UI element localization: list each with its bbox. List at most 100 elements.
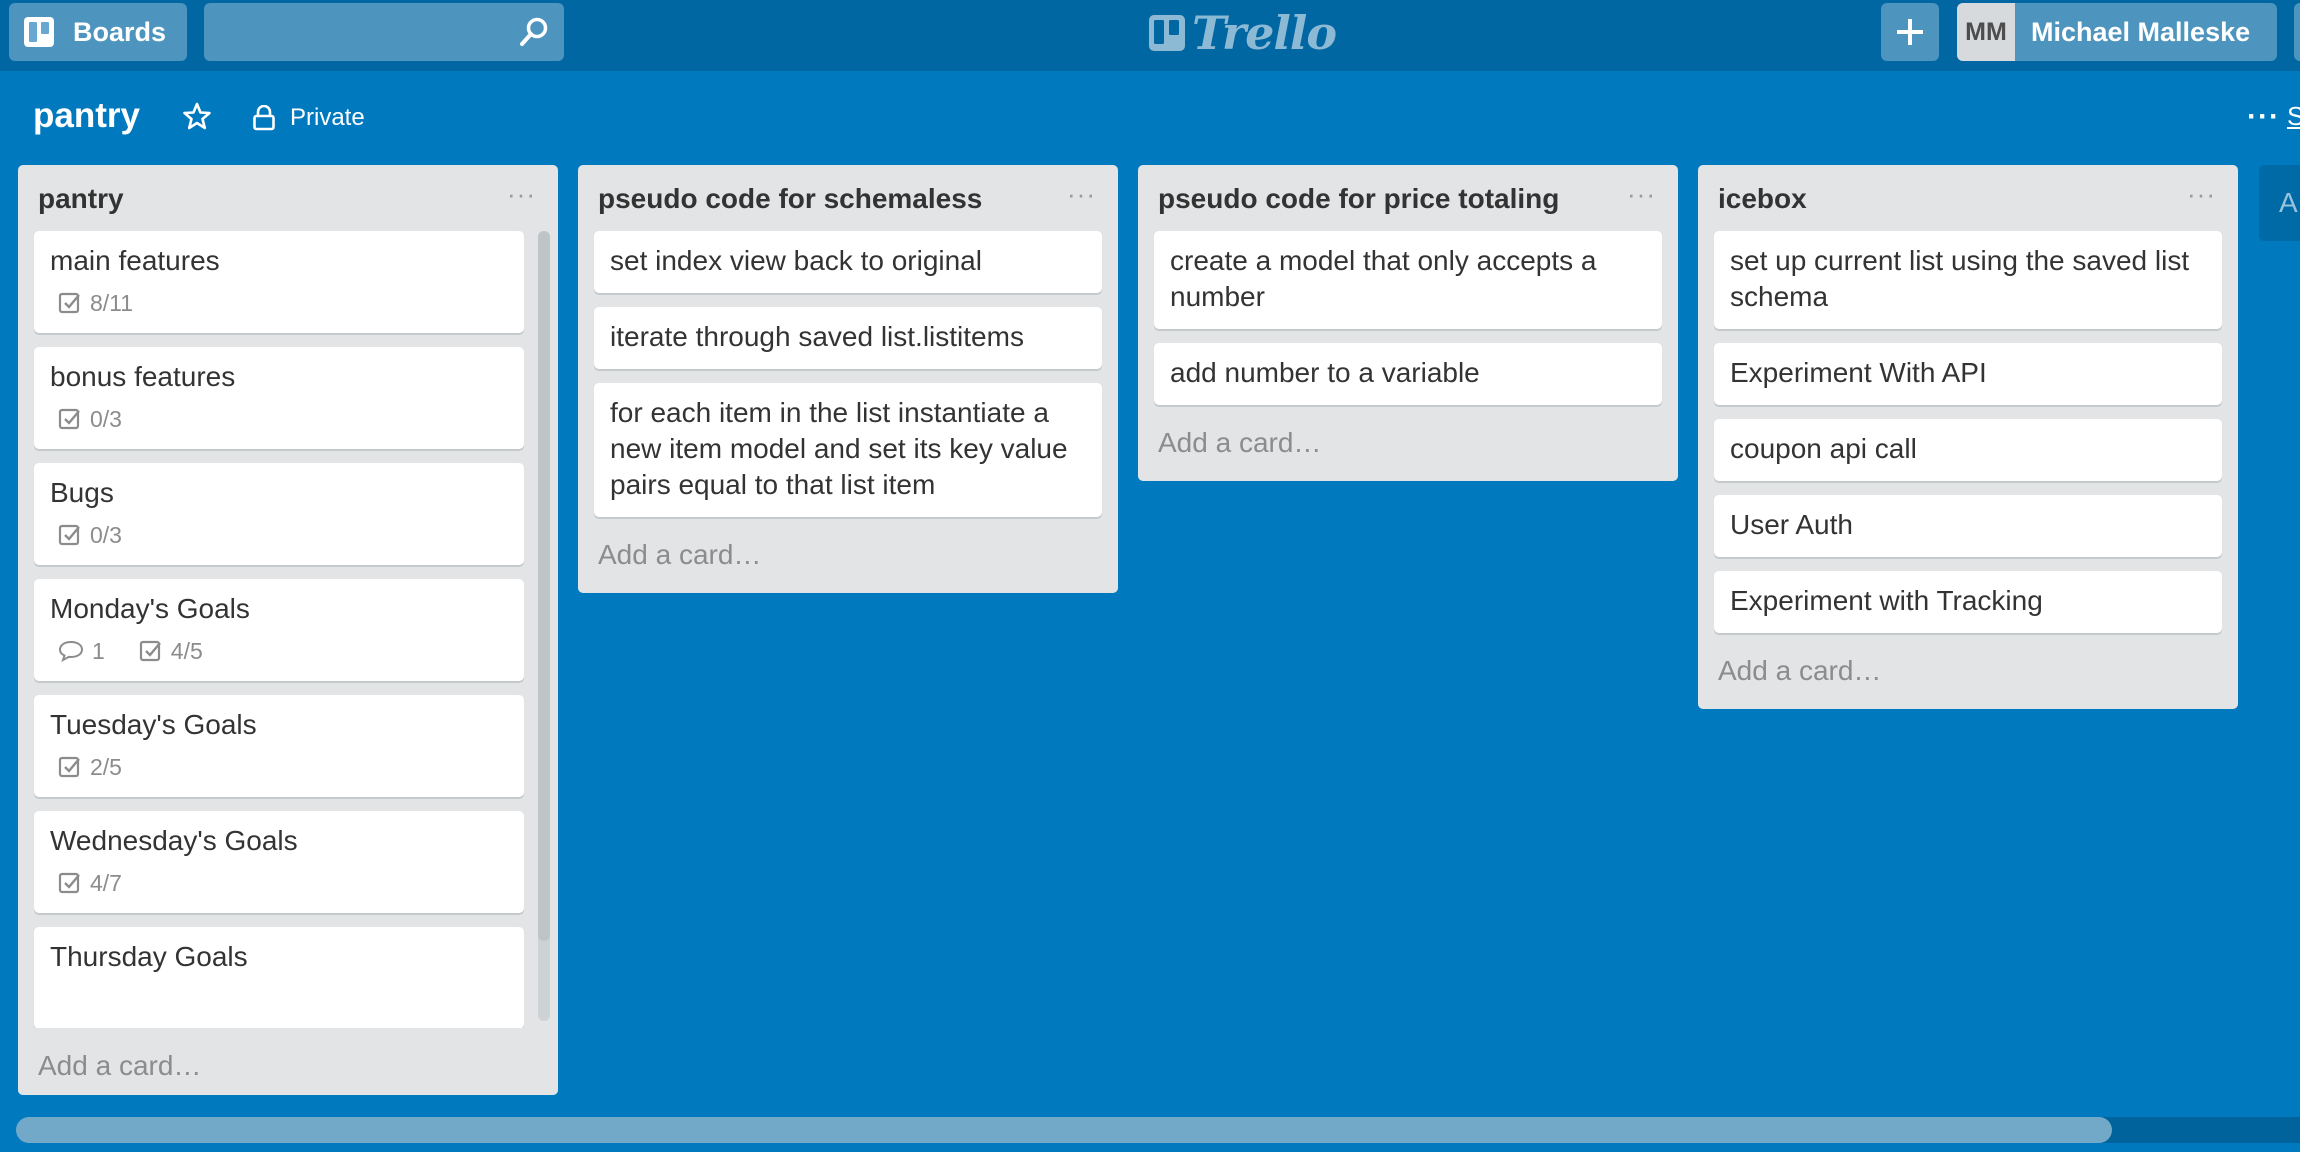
card-title: set up current list using the saved list…: [1730, 245, 2190, 312]
visibility-button[interactable]: Private: [252, 101, 365, 135]
card-title: main features: [50, 245, 220, 276]
card[interactable]: set index view back to original: [594, 231, 1102, 293]
card-badges: 2/5: [50, 751, 508, 783]
card[interactable]: Bugs 0/3: [34, 463, 524, 565]
card[interactable]: Wednesday's Goals 4/7: [34, 811, 524, 913]
checklist-icon: [58, 407, 82, 431]
board-title[interactable]: pantry: [33, 96, 140, 136]
card-list: main features 8/11 bonus features 0/3 Bu…: [18, 231, 558, 1028]
checklist-badge: 0/3: [50, 522, 122, 549]
card-title: User Auth: [1730, 509, 1853, 540]
card[interactable]: bonus features 0/3: [34, 347, 524, 449]
comment-count: 1: [92, 637, 105, 664]
card[interactable]: create a model that only accepts a numbe…: [1154, 231, 1662, 329]
list-title[interactable]: pseudo code for schemaless: [598, 183, 982, 215]
card-list: set up current list using the saved list…: [1698, 231, 2238, 633]
checklist-count: 0/3: [90, 405, 122, 432]
card[interactable]: User Auth: [1714, 495, 2222, 557]
visibility-label: Private: [290, 104, 365, 131]
card-badges: [50, 983, 508, 1015]
card[interactable]: iterate through saved list.listitems: [594, 307, 1102, 369]
card[interactable]: Monday's Goals 1 4/5: [34, 579, 524, 681]
trello-logo-text: Trello: [1192, 6, 1337, 60]
card-title: Monday's Goals: [50, 593, 250, 624]
card-title: add number to a variable: [1170, 357, 1480, 388]
checklist-count: 4/7: [90, 869, 122, 896]
list-header: pseudo code for schemaless ···: [578, 165, 1118, 231]
boards-button[interactable]: Boards: [9, 3, 187, 61]
card[interactable]: coupon api call: [1714, 419, 2222, 481]
card[interactable]: add number to a variable: [1154, 343, 1662, 405]
list-menu-icon[interactable]: ···: [2187, 179, 2216, 210]
card-title: coupon api call: [1730, 433, 1917, 464]
list-pantry: pantry ··· main features 8/11 bonus feat…: [18, 165, 558, 1095]
avatar: MM: [1957, 3, 2015, 61]
list-title[interactable]: pseudo code for price totaling: [1158, 183, 1559, 215]
list-menu-icon[interactable]: ···: [507, 179, 536, 210]
checklist-badge: 4/7: [50, 870, 122, 897]
list-scrollbar-thumb[interactable]: [538, 231, 550, 941]
board-menu-more-icon[interactable]: ···: [2247, 100, 2280, 134]
board-scrollbar-thumb[interactable]: [16, 1117, 2112, 1143]
list-pseudo-code-price-totaling: pseudo code for price totaling ··· creat…: [1138, 165, 1678, 481]
trello-logo[interactable]: Trello: [1148, 6, 1337, 60]
card[interactable]: Tuesday's Goals 2/5: [34, 695, 524, 797]
card-title: Wednesday's Goals: [50, 825, 298, 856]
boards-label: Boards: [73, 16, 167, 47]
add-list-label: A: [2279, 187, 2298, 218]
member-menu-button[interactable]: MM Michael Malleske: [1957, 3, 2277, 61]
checklist-count: 0/3: [90, 521, 122, 548]
notifications-button[interactable]: [2294, 3, 2300, 61]
add-card-button[interactable]: Add a card…: [18, 1028, 558, 1104]
add-card-button[interactable]: Add a card…: [1698, 647, 2238, 709]
card-badges: 8/11: [50, 287, 508, 319]
card-badges: 0/3: [50, 403, 508, 435]
search-icon[interactable]: [518, 16, 550, 53]
checklist-count: 4/5: [170, 637, 203, 664]
list-menu-icon[interactable]: ···: [1627, 179, 1656, 210]
list-pseudo-code-schemaless: pseudo code for schemaless ··· set index…: [578, 165, 1118, 593]
card[interactable]: main features 8/11: [34, 231, 524, 333]
trello-logo-icon: [1148, 14, 1186, 52]
star-icon[interactable]: [183, 102, 211, 135]
checklist-icon: [58, 755, 82, 779]
list-scrollbar[interactable]: [538, 231, 550, 1021]
comment-badge: 1: [50, 638, 105, 665]
boards-icon: [23, 16, 55, 48]
checklist-badge: 2/5: [50, 754, 122, 781]
card-title: Experiment with Tracking: [1730, 585, 2043, 616]
search-input[interactable]: [204, 3, 522, 63]
card-title: create a model that only accepts a numbe…: [1170, 245, 1597, 312]
list-footer: Add a card…: [18, 1028, 558, 1095]
checklist-icon: [58, 291, 82, 315]
card[interactable]: Thursday Goals: [34, 927, 524, 1028]
card[interactable]: Experiment With API: [1714, 343, 2222, 405]
list-title[interactable]: pantry: [38, 183, 124, 215]
list-menu-icon[interactable]: ···: [1067, 179, 1096, 210]
checklist-badge: 8/11: [50, 290, 133, 317]
user-name: Michael Malleske: [2031, 16, 2251, 47]
checklist-count: 8/11: [90, 289, 134, 316]
list-body: pantry ··· main features 8/11 bonus feat…: [18, 165, 558, 1028]
add-card-button[interactable]: Add a card…: [578, 531, 1118, 593]
search-box[interactable]: [204, 3, 564, 63]
list-title[interactable]: icebox: [1718, 183, 1807, 215]
card-badges: 1 4/5: [50, 635, 508, 667]
card[interactable]: Experiment with Tracking: [1714, 571, 2222, 633]
list-header: icebox ···: [1698, 165, 2238, 231]
card-title: Bugs: [50, 477, 114, 508]
list-icebox: icebox ··· set up current list using the…: [1698, 165, 2238, 709]
add-card-button[interactable]: Add a card…: [1138, 419, 1678, 481]
checklist-icon: [58, 523, 82, 547]
lock-icon: [252, 105, 276, 131]
card[interactable]: set up current list using the saved list…: [1714, 231, 2222, 329]
card-title: set index view back to original: [610, 245, 982, 276]
add-list-button[interactable]: A: [2259, 165, 2300, 241]
card-title: Experiment With API: [1730, 357, 1987, 388]
card[interactable]: for each item in the list instantiate a …: [594, 383, 1102, 517]
checklist-icon: [139, 639, 163, 663]
add-button[interactable]: [1881, 3, 1939, 61]
comment-icon: [58, 640, 84, 662]
board-menu-link[interactable]: S: [2287, 101, 2300, 132]
card-title: iterate through saved list.listitems: [610, 321, 1024, 352]
